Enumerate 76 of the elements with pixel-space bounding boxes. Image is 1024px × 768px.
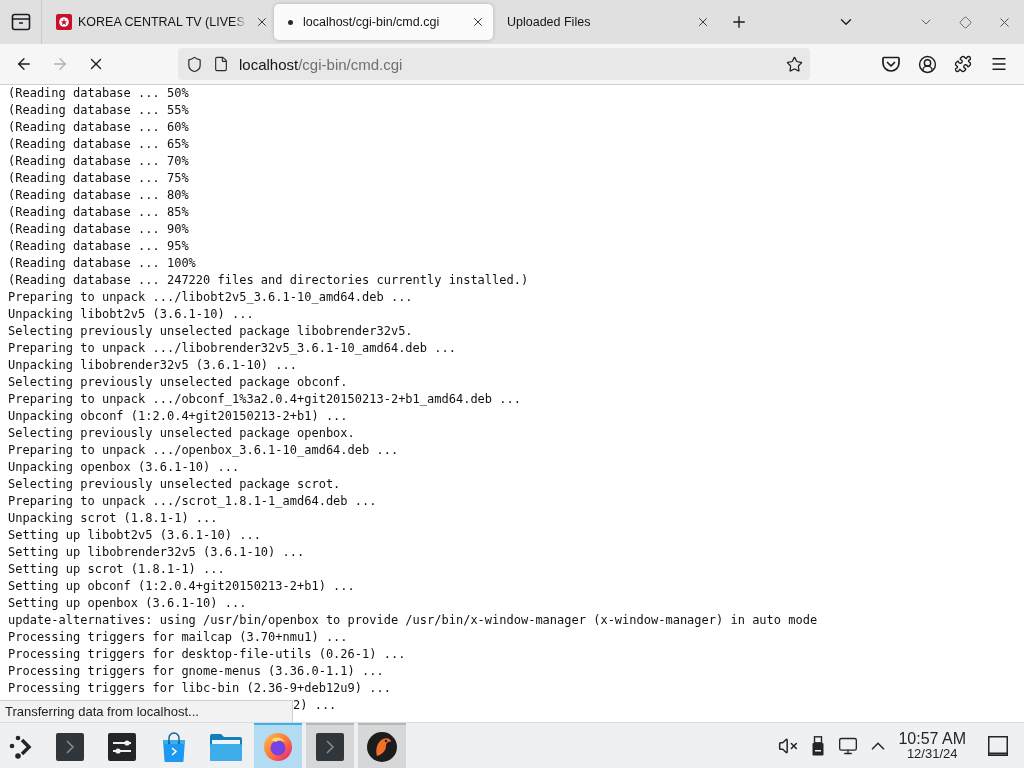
bird-icon [366,730,398,763]
browser-tab[interactable]: KOREA CENTRAL TV (LIVES [46,4,270,40]
console-line: (Reading database ... 247220 files and directories currently installed.) [8,272,529,289]
console-line: Processing triggers for libc-bin (2.36-9+deb12u9) ... [8,680,391,697]
close-icon [696,15,710,29]
console-line: Selecting previously unselected package obconf. [8,374,348,391]
clock[interactable]: 10:57 AM 12/31/24 [898,730,966,761]
arrow-right-icon [51,55,69,73]
tab-title: localhost/cgi-bin/cmd.cgi [303,15,440,29]
clock-date: 12/31/24 [906,747,958,761]
terminal-icon [56,732,84,761]
launcher-icon [8,733,34,760]
console-line: (Reading database ... 50% [8,85,189,102]
browser-tab[interactable]: Uploaded Files [497,4,718,40]
console-line: (Reading database ... 55% [8,102,189,119]
chevron-up-icon [871,741,886,750]
console-line: Unpacking libobt2v5 (3.6.1-10) ... [8,306,254,323]
console-line: Processing triggers for gnome-menus (3.36.0-1.1) ... [8,663,384,680]
taskbar-item[interactable] [358,723,406,768]
console-line: (Reading database ... 80% [8,187,189,204]
menu-icon [990,55,1008,73]
tab-title: KOREA CENTRAL TV (LIVES [78,15,245,29]
console-line: (Reading database ... 75% [8,170,189,187]
console-line: Selecting previously unselected package libobrender32v5. [8,323,413,340]
browser-icon [263,731,293,762]
console-line: Unpacking libobrender32v5 (3.6.1-10) ... [8,357,297,374]
console-line: Preparing to unpack .../libobt2v5_3.6.1-10_amd64.deb ... [8,289,413,306]
taskbar-item[interactable] [306,723,354,768]
console-line: Unpacking scrot (1.8.1-1) ... [8,510,218,527]
close-icon [471,15,485,29]
console-line: Selecting previously unselected package scrot. [8,476,341,493]
console-line: Processing triggers for desktop-file-utils (0.26-1) ... [8,646,406,663]
terminal-icon [316,732,344,761]
console-line: (Reading database ... 90% [8,221,189,238]
console-line: (Reading database ... 95% [8,238,189,255]
console-line: Setting up libobrender32v5 (3.6.1-10) ... [8,544,305,561]
box-icon [10,13,31,31]
console-line: Unpacking openbox (3.6.1-10) ... [8,459,240,476]
browser-tab[interactable]: localhost/cgi-bin/cmd.cgi [274,4,493,40]
sliders-icon [108,732,136,761]
monitor-icon [838,735,859,756]
console-line: (Reading database ... 100% [8,255,196,272]
address-bar[interactable]: localhost/cgi-bin/cmd.cgi [178,48,810,80]
console-line: Preparing to unpack .../openbox_3.6.1-10_amd64.deb ... [8,442,399,459]
shopping-bag-icon [160,731,188,762]
console-line: (Reading database ... 60% [8,119,189,136]
puzzle-icon [954,55,972,73]
console-line: Setting up libobt2v5 (3.6.1-10) ... [8,527,261,544]
console-line: Processing triggers for mailcap (3.70+nmu1) ... [8,629,348,646]
console-line: Setting up scrot (1.8.1-1) ... [8,561,225,578]
url-text: localhost/cgi-bin/cmd.cgi [239,55,403,73]
star-icon [785,55,803,73]
console-line: (Reading database ... 65% [8,136,189,153]
console-line: Preparing to unpack .../scrot_1.8.1-1_amd64.deb ... [8,493,377,510]
console-line: (Reading database ... 70% [8,153,189,170]
console-line: Setting up openbox (3.6.1-10) ... [8,595,247,612]
console-line: 2) ... [293,697,337,714]
clock-time: 10:57 AM [898,730,966,747]
status-popup: Transferring data from localhost... [0,700,293,722]
console-line: Preparing to unpack .../libobrender32v5_3.6.1-10_amd64.deb ... [8,340,456,357]
console-line: Setting up obconf (1:2.0.4+git20150213-2+b1) ... [8,578,355,595]
shield-icon[interactable] [186,55,203,73]
plus-icon [730,13,748,31]
console-line: Preparing to unpack .../obconf_1%3a2.0.4+git20150213-2+b1_amd64.deb ... [8,391,521,408]
console-line: (Reading database ... 85% [8,204,189,221]
account-icon [917,54,937,74]
diamond-icon [958,15,972,29]
console-line: Selecting previously unselected package openbox. [8,425,355,442]
usb-drive-icon [812,735,825,756]
pocket-icon [882,55,900,73]
tab-title: Uploaded Files [507,15,591,29]
console-line: Unpacking obconf (1:2.0.4+git20150213-2+b1) ... [8,408,348,425]
console-line: update-alternatives: using /usr/bin/openbox to provide /usr/bin/x-window-manager (x-window-manager) in auto mode [8,612,818,629]
desktop-square-icon [988,735,1008,756]
page-icon[interactable] [213,56,229,72]
folder-icon [210,732,242,761]
